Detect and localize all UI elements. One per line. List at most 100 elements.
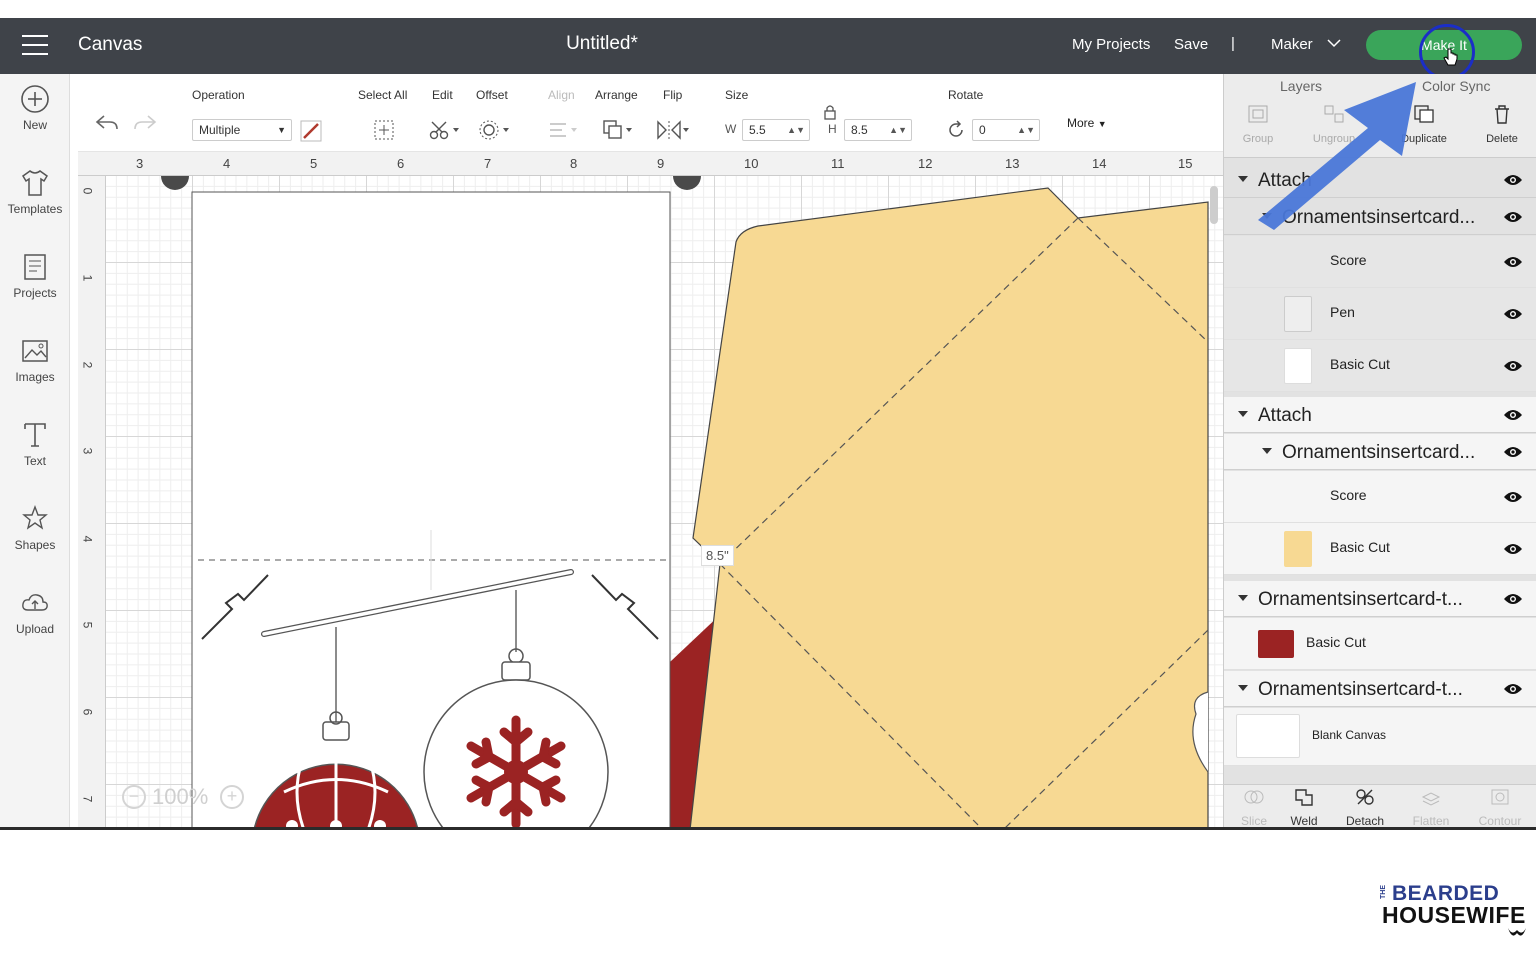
layer-group-attach[interactable]: Attach xyxy=(1224,397,1536,433)
layer-thumbnail xyxy=(1284,296,1312,332)
caret-down-icon[interactable] xyxy=(1238,411,1248,417)
sidebar-item-upload[interactable]: Upload xyxy=(0,578,70,658)
select-all-icon[interactable] xyxy=(374,120,394,140)
stepper-icon[interactable]: ▲▼ xyxy=(787,120,805,140)
upload-icon xyxy=(22,594,48,611)
contour-icon xyxy=(1491,789,1509,805)
eye-icon[interactable] xyxy=(1503,682,1523,696)
sidebar-item-new[interactable]: New xyxy=(0,74,70,154)
height-input[interactable]: 8.5 ▲▼ xyxy=(844,119,912,141)
stepper-icon[interactable]: ▲▼ xyxy=(1017,120,1035,140)
edit-label: Edit xyxy=(432,88,453,102)
tab-color-sync[interactable]: Color Sync xyxy=(1422,78,1490,94)
eye-icon[interactable] xyxy=(1503,210,1523,224)
caret-down-icon[interactable] xyxy=(1262,448,1272,454)
layer-thumbnail xyxy=(1284,348,1312,384)
machine-select[interactable]: Maker xyxy=(1271,36,1313,53)
ruler-tick-label: 12 xyxy=(918,156,933,171)
ruler-tick-label: 1 xyxy=(80,274,95,282)
ruler-tick-label: 2 xyxy=(80,361,95,369)
eye-icon[interactable] xyxy=(1503,173,1523,187)
plus-circle-icon xyxy=(21,85,49,113)
sidebar-item-projects[interactable]: Projects xyxy=(0,242,70,322)
layer-thumbnail xyxy=(1284,531,1312,567)
action-label: Delete xyxy=(1486,133,1518,145)
layer-item-pen[interactable]: Pen xyxy=(1224,288,1536,340)
layer-group-ornaments[interactable]: Ornamentsinsertcard-t... xyxy=(1224,581,1536,617)
scissors-icon[interactable] xyxy=(428,119,462,141)
group-name: Attach xyxy=(1258,405,1312,426)
rotate-input[interactable]: 0 ▲▼ xyxy=(972,119,1040,141)
align-icon[interactable] xyxy=(548,120,580,140)
caret-down-icon[interactable] xyxy=(1238,685,1248,691)
flip-icon[interactable] xyxy=(656,119,690,141)
more-button[interactable]: More ▼ xyxy=(1067,116,1107,130)
align-label: Align xyxy=(548,88,575,102)
blue-arrow-annotation xyxy=(1258,82,1416,230)
design-canvas[interactable]: 3 4 5 6 7 8 9 10 11 12 13 14 15 0 1 2 3 … xyxy=(78,152,1223,827)
eye-icon[interactable] xyxy=(1503,307,1523,321)
eye-icon[interactable] xyxy=(1503,408,1523,422)
layer-item-basic-cut[interactable]: Basic Cut xyxy=(1224,618,1536,670)
flatten-button[interactable]: Flatten xyxy=(1401,787,1461,827)
zoom-out-button[interactable]: − xyxy=(122,785,146,809)
eye-icon[interactable] xyxy=(1503,445,1523,459)
layer-item-basic-cut[interactable]: Basic Cut xyxy=(1224,523,1536,575)
height-value: 8.5 xyxy=(851,123,868,137)
sidebar-item-label: Images xyxy=(15,370,55,384)
layer-item-basic-cut[interactable]: Basic Cut xyxy=(1224,340,1536,392)
eye-icon[interactable] xyxy=(1503,490,1523,504)
ruler-tick-label: 7 xyxy=(80,795,95,803)
arrange-icon[interactable] xyxy=(602,119,636,141)
eye-icon[interactable] xyxy=(1503,592,1523,606)
flip-label: Flip xyxy=(663,88,683,102)
width-input[interactable]: 5.5 ▲▼ xyxy=(742,119,810,141)
action-label: Detach xyxy=(1345,814,1385,828)
operation-select[interactable]: Multiple ▼ xyxy=(192,119,292,141)
layer-group-ornaments[interactable]: Ornamentsinsertcard-t... xyxy=(1224,671,1536,707)
caret-down-icon[interactable] xyxy=(1238,595,1248,601)
trash-icon xyxy=(1495,105,1509,124)
layer-subgroup[interactable]: Ornamentsinsertcard... xyxy=(1224,434,1536,470)
sidebar-item-templates[interactable]: Templates xyxy=(0,158,70,238)
eye-icon[interactable] xyxy=(1503,255,1523,269)
ruler-left: 0 1 2 3 4 5 6 7 xyxy=(78,176,106,827)
layer-item-score[interactable]: Score xyxy=(1224,236,1536,288)
layer-item-blank-canvas[interactable]: Blank Canvas xyxy=(1224,708,1536,766)
offset-icon[interactable] xyxy=(478,119,512,141)
chevron-down-icon[interactable] xyxy=(1326,37,1342,49)
ruler-tick-label: 5 xyxy=(310,156,318,171)
redo-icon[interactable] xyxy=(132,112,158,134)
detach-button[interactable]: Detach xyxy=(1335,787,1395,828)
eye-icon[interactable] xyxy=(1503,359,1523,373)
shapes-icon xyxy=(22,505,48,530)
ruler-top: 3 4 5 6 7 8 9 10 11 12 13 14 15 xyxy=(78,152,1223,176)
ruler-tick-label: 13 xyxy=(1005,156,1020,171)
ornament-cap xyxy=(501,661,531,681)
my-projects-link[interactable]: My Projects xyxy=(1072,36,1150,53)
document-title: Untitled* xyxy=(566,33,638,54)
undo-icon[interactable] xyxy=(94,112,120,134)
stepper-icon[interactable]: ▲▼ xyxy=(889,120,907,140)
save-button[interactable]: Save xyxy=(1174,36,1208,53)
layer-item-score[interactable]: Score xyxy=(1224,471,1536,523)
delete-button[interactable]: Delete xyxy=(1472,104,1532,145)
sidebar-item-shapes[interactable]: Shapes xyxy=(0,494,70,574)
pen-color-swatch[interactable] xyxy=(300,120,322,142)
layer-name: Score xyxy=(1330,487,1367,503)
width-value: 5.5 xyxy=(749,123,766,137)
vertical-scrollbar[interactable] xyxy=(1210,186,1218,224)
ruler-tick-label: 3 xyxy=(136,156,144,171)
ruler-tick-label: 3 xyxy=(80,447,95,455)
contour-button[interactable]: Contour xyxy=(1470,787,1530,827)
sidebar-item-images[interactable]: Images xyxy=(0,326,70,406)
sidebar-item-text[interactable]: Text xyxy=(0,410,70,490)
eye-icon[interactable] xyxy=(1503,542,1523,556)
group-name: Ornamentsinsertcard-t... xyxy=(1258,589,1463,610)
weld-button[interactable]: Weld xyxy=(1274,787,1334,827)
zoom-in-button[interactable]: + xyxy=(220,785,244,809)
brand-logo: THE BEARDED HOUSEWIFE xyxy=(1378,882,1528,942)
card-notch xyxy=(161,176,189,190)
arrange-label: Arrange xyxy=(595,88,638,102)
lock-icon[interactable] xyxy=(822,104,838,120)
